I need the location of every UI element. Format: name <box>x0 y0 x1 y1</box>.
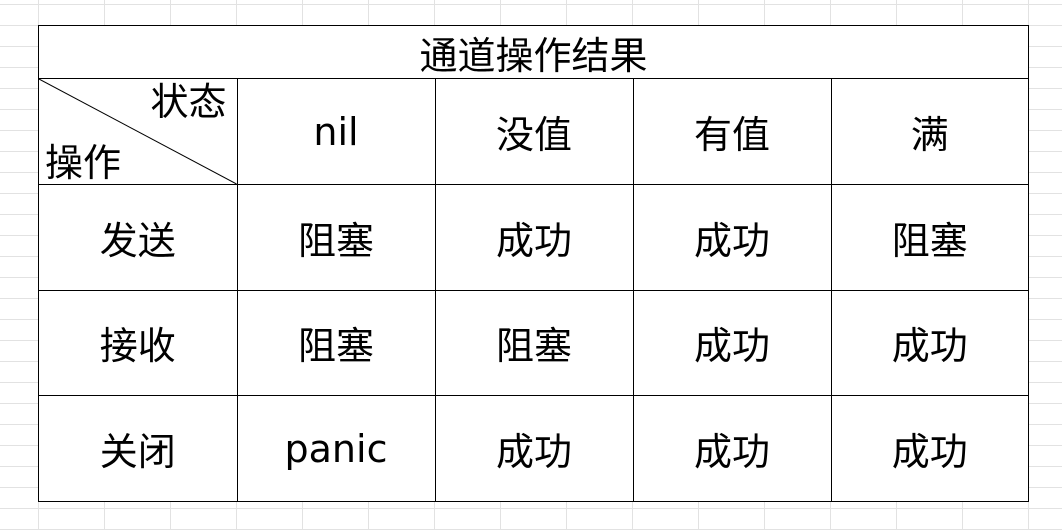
table-cell: 成功 <box>632 184 832 291</box>
table-cell: 成功 <box>434 184 634 291</box>
column-header: 有值 <box>632 79 832 185</box>
result-grid: 状态 操作 nil 没值 有值 满 发送 阻塞 成功 成功 阻塞 接收 阻塞 阻… <box>39 79 1028 501</box>
column-header: 没值 <box>434 79 634 185</box>
table-cell: 阻塞 <box>236 184 436 291</box>
table-row: 关闭 panic 成功 成功 成功 <box>39 395 1028 501</box>
table-cell: 成功 <box>830 289 1028 396</box>
table-row: 发送 阻塞 成功 成功 阻塞 <box>39 184 1028 291</box>
table-cell: 成功 <box>434 395 634 501</box>
corner-label-operation: 操作 <box>45 141 122 185</box>
table-cell: 成功 <box>830 395 1028 501</box>
table-row: 接收 阻塞 阻塞 成功 成功 <box>39 289 1028 396</box>
row-header: 接收 <box>39 289 238 396</box>
table-cell: 成功 <box>632 395 832 501</box>
channel-operation-table: 通道操作结果 状态 操作 nil 没值 有值 满 发送 阻塞 成功 成功 阻塞 … <box>38 25 1029 502</box>
row-header: 关闭 <box>39 395 238 501</box>
column-header: nil <box>236 79 436 185</box>
table-cell: 阻塞 <box>236 289 436 396</box>
table-cell: 成功 <box>632 289 832 396</box>
table-title: 通道操作结果 <box>39 26 1028 79</box>
header-row: 状态 操作 nil 没值 有值 满 <box>39 79 1028 185</box>
column-header: 满 <box>830 79 1028 185</box>
corner-label-state: 状态 <box>150 80 227 124</box>
table-cell: 阻塞 <box>830 184 1028 291</box>
row-header: 发送 <box>39 184 238 291</box>
corner-cell: 状态 操作 <box>39 79 238 185</box>
table-cell: 阻塞 <box>434 289 634 396</box>
table-cell: panic <box>236 395 436 501</box>
